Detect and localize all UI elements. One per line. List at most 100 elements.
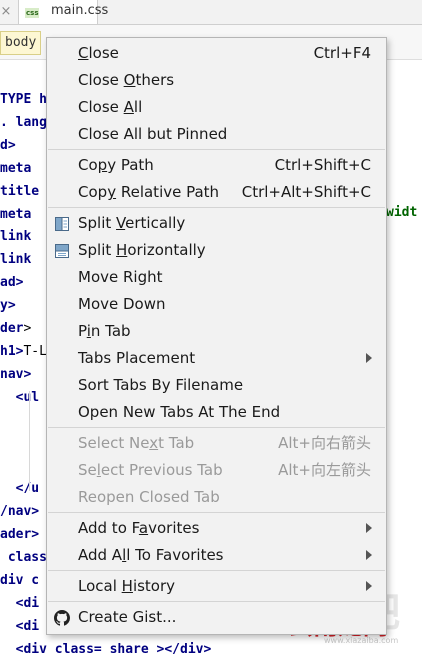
label-text: t Tab <box>158 434 195 452</box>
label-text: Se <box>78 461 97 479</box>
code-line: <di <box>0 618 40 635</box>
label-text: istory <box>132 577 176 595</box>
menu-item-label: Close All but Pinned <box>78 125 227 144</box>
menu-item-close-all[interactable]: Close All <box>47 94 386 121</box>
mnemonic-letter: p <box>97 156 108 174</box>
editor-tab-bar: × css main.css <box>0 0 422 25</box>
code-token: link <box>0 252 40 268</box>
menu-item-copy-relative-path[interactable]: Copy Relative Path Ctrl+Alt+Shift+C <box>47 179 386 206</box>
menu-item-close-others[interactable]: Close Others <box>47 67 386 94</box>
label-text: Move Right <box>78 268 163 286</box>
menu-item-create-gist[interactable]: Create Gist... <box>47 604 386 631</box>
menu-item-split-horizontally[interactable]: Split Horizontally <box>47 237 386 264</box>
tab-main-css[interactable]: css main.css <box>18 0 108 24</box>
menu-item-pin-tab[interactable]: Pin Tab <box>47 318 386 345</box>
code-line: link <box>0 229 39 245</box>
menu-separator <box>48 512 385 513</box>
code-token: h1> <box>0 343 24 359</box>
menu-item-close[interactable]: Close Ctrl+F4 <box>47 40 386 67</box>
menu-item-reopen-closed-tab: Reopen Closed Tab <box>47 484 386 511</box>
menu-item-add-all-to-favorites[interactable]: Add All To Favorites <box>47 542 386 569</box>
menu-item-label: Tabs Placement <box>78 349 195 368</box>
mnemonic-letter: O <box>123 71 136 89</box>
code-token: <ul <box>0 389 40 405</box>
label-text: n Tab <box>90 322 131 340</box>
menu-item-shortcut: Alt+向左箭头 <box>278 461 371 479</box>
code-line: d> <box>0 138 16 154</box>
menu-item-label: Close Others <box>78 71 174 90</box>
menu-item-add-to-favorites[interactable]: Add to Favorites <box>47 515 386 542</box>
github-icon <box>54 610 70 626</box>
code-line: meta <box>0 207 39 223</box>
menu-item-label: Split Vertically <box>78 214 185 233</box>
code-token: div c <box>0 572 40 588</box>
code-token: <di <box>0 618 40 634</box>
menu-item-split-vertically[interactable]: Split Vertically <box>47 210 386 237</box>
tab-label: main.css <box>51 3 109 18</box>
menu-separator <box>48 427 385 428</box>
code-line: <di <box>0 596 40 612</box>
label-text: ll <box>133 98 143 116</box>
submenu-arrow-icon <box>366 353 372 363</box>
label-text: ect Previous Tab <box>100 461 223 479</box>
menu-item-tabs-placement[interactable]: Tabs Placement <box>47 345 386 372</box>
code-line: TYPE h <box>0 92 47 108</box>
label-text: Move Down <box>78 295 166 313</box>
menu-item-move-right[interactable]: Move Right <box>47 264 386 291</box>
menu-item-shortcut: Ctrl+Shift+C <box>274 156 371 174</box>
code-token: <div class= share ></div> <box>0 641 212 657</box>
code-line: <ul <box>0 389 40 406</box>
code-line: class <box>0 550 47 566</box>
menu-item-local-history[interactable]: Local History <box>47 573 386 600</box>
code-line: meta <box>0 161 39 177</box>
code-token: class <box>0 550 47 565</box>
code-line: link <box>0 252 39 268</box>
label-text: Sort Tabs By Filename <box>78 376 244 394</box>
label-text: Close <box>78 98 124 116</box>
menu-separator <box>48 570 385 571</box>
menu-item-move-down[interactable]: Move Down <box>47 291 386 318</box>
label-text: P <box>78 322 87 340</box>
code-token: meta <box>0 206 40 222</box>
menu-item-copy-path[interactable]: Copy Path Ctrl+Shift+C <box>47 152 386 179</box>
label-text: Cop <box>78 183 108 201</box>
submenu-arrow-icon <box>366 581 372 591</box>
mnemonic-letter: V <box>116 214 126 232</box>
label-text: Reopen Closed Tab <box>78 488 220 506</box>
label-text: thers <box>135 71 175 89</box>
code-token: TYPE h <box>0 92 47 107</box>
label-text: Create Gist... <box>78 608 177 626</box>
code-text: > <box>23 321 32 336</box>
indent-guide <box>29 391 30 491</box>
code-token: ad> <box>0 275 24 291</box>
code-token: der <box>0 321 24 336</box>
menu-item-open-new-tabs-at-the-end[interactable]: Open New Tabs At The End <box>47 399 386 426</box>
label-text: Split <box>78 241 117 259</box>
menu-item-label: Pin Tab <box>78 322 131 341</box>
label-text: Tabs Placement <box>78 349 196 367</box>
breadcrumb-item-body[interactable]: body <box>0 31 42 55</box>
menu-item-sort-tabs-by-filename[interactable]: Sort Tabs By Filename <box>47 372 386 399</box>
menu-item-label: Reopen Closed Tab <box>78 488 220 507</box>
label-text: Co <box>78 156 98 174</box>
code-token: link <box>0 229 40 245</box>
code-line: /nav> <box>0 504 39 520</box>
menu-separator <box>48 601 385 602</box>
mnemonic-letter: H <box>121 577 133 595</box>
mnemonic-letter: y <box>107 183 117 201</box>
code-token: /nav> <box>0 504 40 520</box>
label-text: y Path <box>107 156 154 174</box>
code-token: nav> <box>0 366 32 382</box>
menu-item-shortcut: Ctrl+Alt+Shift+C <box>241 183 371 201</box>
code-line: div c <box>0 573 39 589</box>
menu-item-close-all-but-pinned[interactable]: Close All but Pinned <box>47 121 386 148</box>
menu-item-label: Split Horizontally <box>78 241 206 260</box>
menu-item-label: Copy Path <box>78 156 154 175</box>
close-icon[interactable]: × <box>0 4 12 19</box>
mnemonic-letter: x <box>149 434 159 452</box>
menu-item-label: Add to Favorites <box>78 519 199 538</box>
menu-item-label: Sort Tabs By Filename <box>78 376 243 395</box>
code-line: . lang <box>0 115 47 131</box>
menu-separator <box>48 207 385 208</box>
submenu-arrow-icon <box>366 523 372 533</box>
